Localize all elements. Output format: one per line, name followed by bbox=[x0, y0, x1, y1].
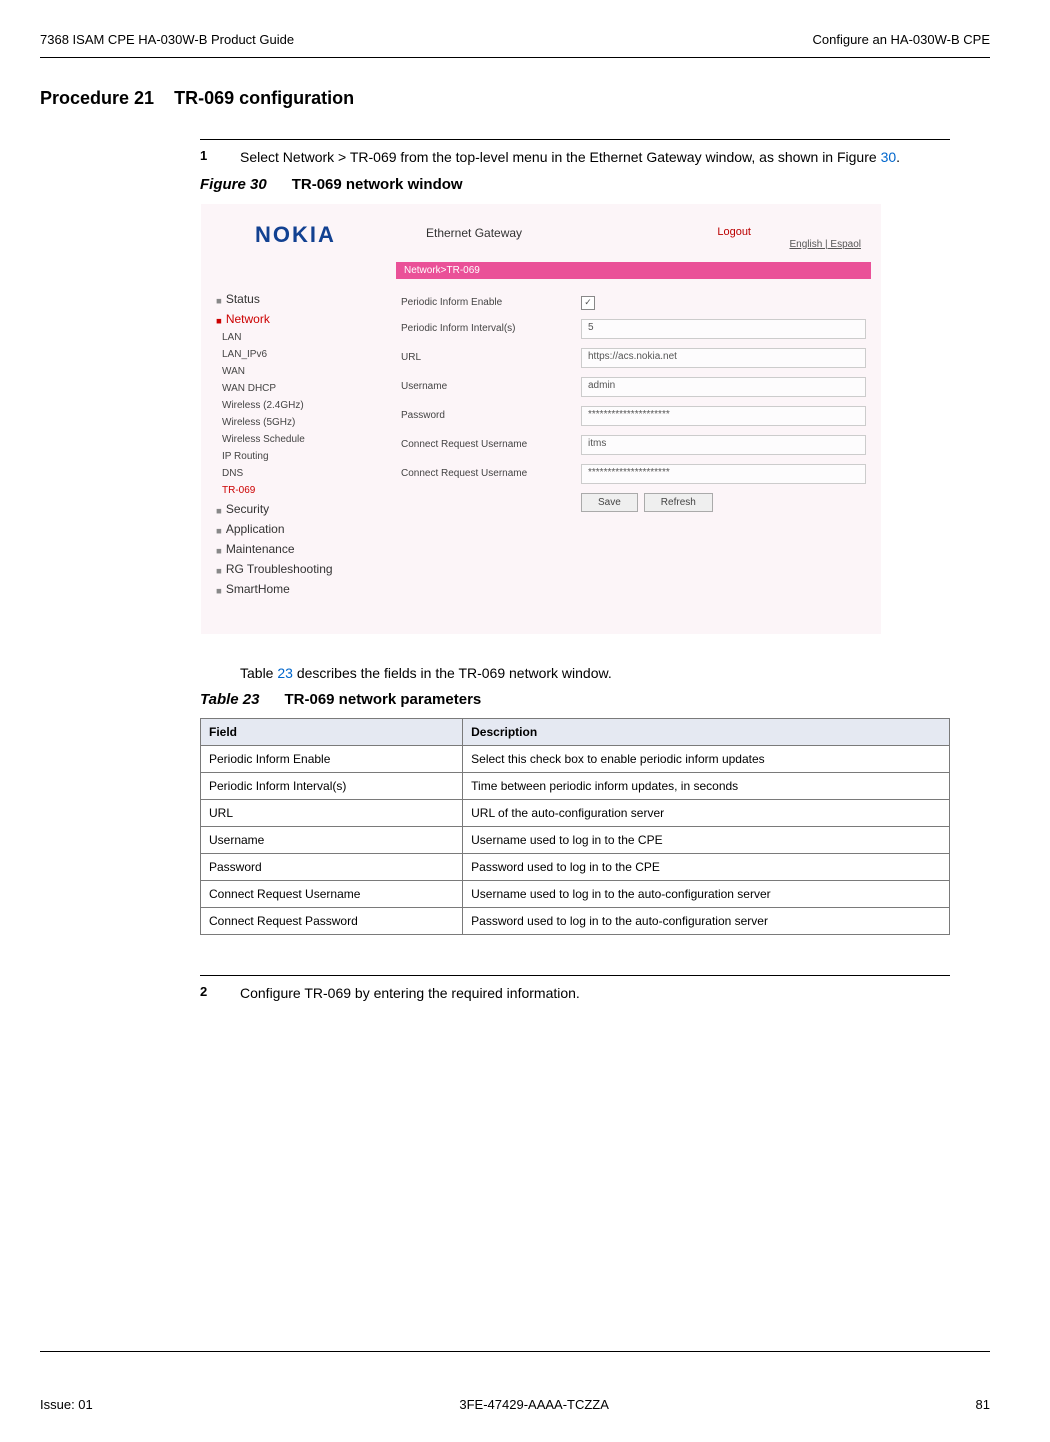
sidebar-item-tr069[interactable]: TR-069 bbox=[206, 482, 366, 499]
step-number-2: 2 bbox=[200, 984, 240, 1004]
table-row: Connect Request UsernameUsername used to… bbox=[201, 880, 950, 907]
cell-desc: Password used to log in to the auto-conf… bbox=[463, 907, 950, 934]
periodic-enable-checkbox[interactable]: ✓ bbox=[581, 296, 595, 310]
cell-desc: URL of the auto-configuration server bbox=[463, 799, 950, 826]
footer-rule bbox=[40, 1351, 990, 1352]
nokia-logo: NOKIA bbox=[255, 222, 336, 248]
cell-field: Connect Request Username bbox=[201, 880, 463, 907]
cell-desc: Username used to log in to the CPE bbox=[463, 826, 950, 853]
sidebar-item-wan[interactable]: WAN bbox=[206, 363, 366, 380]
sidebar: Status Network LAN LAN_IPv6 WAN WAN DHCP… bbox=[206, 289, 366, 599]
sidebar-item-lanipv6[interactable]: LAN_IPv6 bbox=[206, 346, 366, 363]
sidebar-item-wsched[interactable]: Wireless Schedule bbox=[206, 431, 366, 448]
cell-field: Username bbox=[201, 826, 463, 853]
th-field: Field bbox=[201, 718, 463, 745]
username-input[interactable]: admin bbox=[581, 377, 866, 397]
sidebar-item-lan[interactable]: LAN bbox=[206, 329, 366, 346]
cell-field: Password bbox=[201, 853, 463, 880]
cell-desc: Password used to log in to the CPE bbox=[463, 853, 950, 880]
step-text-1: Select Network > TR-069 from the top-lev… bbox=[240, 148, 900, 168]
form-area: Periodic Inform Enable ✓ Periodic Inform… bbox=[401, 296, 866, 512]
sidebar-item-iprouting[interactable]: IP Routing bbox=[206, 448, 366, 465]
language-links[interactable]: English | Espaol bbox=[789, 239, 861, 250]
periodic-enable-label: Periodic Inform Enable bbox=[401, 297, 581, 308]
sidebar-application[interactable]: Application bbox=[206, 519, 366, 539]
params-table: Field Description Periodic Inform Enable… bbox=[200, 718, 950, 935]
step-rule-1 bbox=[200, 139, 950, 140]
footer-left: Issue: 01 bbox=[40, 1397, 93, 1412]
cr-pass-label: Connect Request Username bbox=[401, 468, 581, 479]
figure-title: TR-069 network window bbox=[292, 176, 463, 193]
table-title: TR-069 network parameters bbox=[285, 691, 482, 708]
figure-xref[interactable]: 30 bbox=[881, 149, 897, 165]
refresh-button[interactable]: Refresh bbox=[644, 493, 713, 512]
footer-right: 81 bbox=[976, 1397, 990, 1412]
table-row: PasswordPassword used to log in to the C… bbox=[201, 853, 950, 880]
sidebar-item-dns[interactable]: DNS bbox=[206, 465, 366, 482]
figure-image: NOKIA Ethernet Gateway Logout English | … bbox=[200, 203, 882, 635]
cell-desc: Username used to log in to the auto-conf… bbox=[463, 880, 950, 907]
procedure-title: Procedure 21 TR-069 configuration bbox=[40, 88, 990, 109]
sidebar-network[interactable]: Network bbox=[206, 309, 366, 329]
table-xref[interactable]: 23 bbox=[277, 665, 293, 681]
step1-text-before: Select Network > TR-069 from the top-lev… bbox=[240, 149, 881, 165]
table-row: Connect Request PasswordPassword used to… bbox=[201, 907, 950, 934]
table-intro-after: describes the fields in the TR-069 netwo… bbox=[293, 665, 612, 681]
table-label: Table 23 bbox=[200, 691, 259, 708]
cr-pass-input[interactable]: ********************* bbox=[581, 464, 866, 484]
cell-field: Periodic Inform Enable bbox=[201, 745, 463, 772]
table-row: URLURL of the auto-configuration server bbox=[201, 799, 950, 826]
cr-user-label: Connect Request Username bbox=[401, 439, 581, 450]
periodic-interval-label: Periodic Inform Interval(s) bbox=[401, 323, 581, 334]
table-intro: Table 23 describes the fields in the TR-… bbox=[240, 665, 950, 681]
sidebar-smarthome[interactable]: SmartHome bbox=[206, 579, 366, 599]
header-left: 7368 ISAM CPE HA-030W-B Product Guide bbox=[40, 32, 294, 47]
save-button[interactable]: Save bbox=[581, 493, 638, 512]
username-label: Username bbox=[401, 381, 581, 392]
sidebar-item-w5[interactable]: Wireless (5GHz) bbox=[206, 414, 366, 431]
sidebar-status[interactable]: Status bbox=[206, 289, 366, 309]
sidebar-item-w24[interactable]: Wireless (2.4GHz) bbox=[206, 397, 366, 414]
table-caption: Table 23 TR-069 network parameters bbox=[200, 691, 950, 708]
gateway-title: Ethernet Gateway bbox=[426, 226, 522, 240]
procedure-name: TR-069 configuration bbox=[174, 88, 354, 108]
cell-desc: Time between periodic inform updates, in… bbox=[463, 772, 950, 799]
figure-caption: Figure 30 TR-069 network window bbox=[200, 176, 950, 193]
sidebar-maintenance[interactable]: Maintenance bbox=[206, 539, 366, 559]
sidebar-rg[interactable]: RG Troubleshooting bbox=[206, 559, 366, 579]
th-desc: Description bbox=[463, 718, 950, 745]
sidebar-item-wandhcp[interactable]: WAN DHCP bbox=[206, 380, 366, 397]
step-number-1: 1 bbox=[200, 148, 240, 168]
url-input[interactable]: https://acs.nokia.net bbox=[581, 348, 866, 368]
password-input[interactable]: ********************* bbox=[581, 406, 866, 426]
sidebar-security[interactable]: Security bbox=[206, 499, 366, 519]
step-text-2: Configure TR-069 by entering the require… bbox=[240, 984, 580, 1004]
table-row: Periodic Inform Interval(s)Time between … bbox=[201, 772, 950, 799]
periodic-interval-input[interactable]: 5 bbox=[581, 319, 866, 339]
table-row: UsernameUsername used to log in to the C… bbox=[201, 826, 950, 853]
step1-text-after: . bbox=[896, 149, 900, 165]
procedure-label: Procedure 21 bbox=[40, 88, 154, 108]
table-intro-before: Table bbox=[240, 665, 277, 681]
header-rule bbox=[40, 57, 990, 58]
cr-user-input[interactable]: itms bbox=[581, 435, 866, 455]
header-right: Configure an HA-030W-B CPE bbox=[812, 32, 990, 47]
cell-field: Connect Request Password bbox=[201, 907, 463, 934]
password-label: Password bbox=[401, 410, 581, 421]
logout-link[interactable]: Logout bbox=[717, 226, 751, 238]
cell-desc: Select this check box to enable periodic… bbox=[463, 745, 950, 772]
breadcrumb: Network>TR-069 bbox=[396, 262, 871, 279]
table-row: Periodic Inform EnableSelect this check … bbox=[201, 745, 950, 772]
url-label: URL bbox=[401, 352, 581, 363]
footer-center: 3FE-47429-AAAA-TCZZA bbox=[459, 1397, 609, 1412]
cell-field: Periodic Inform Interval(s) bbox=[201, 772, 463, 799]
step-rule-2 bbox=[200, 975, 950, 976]
cell-field: URL bbox=[201, 799, 463, 826]
figure-label: Figure 30 bbox=[200, 176, 267, 193]
